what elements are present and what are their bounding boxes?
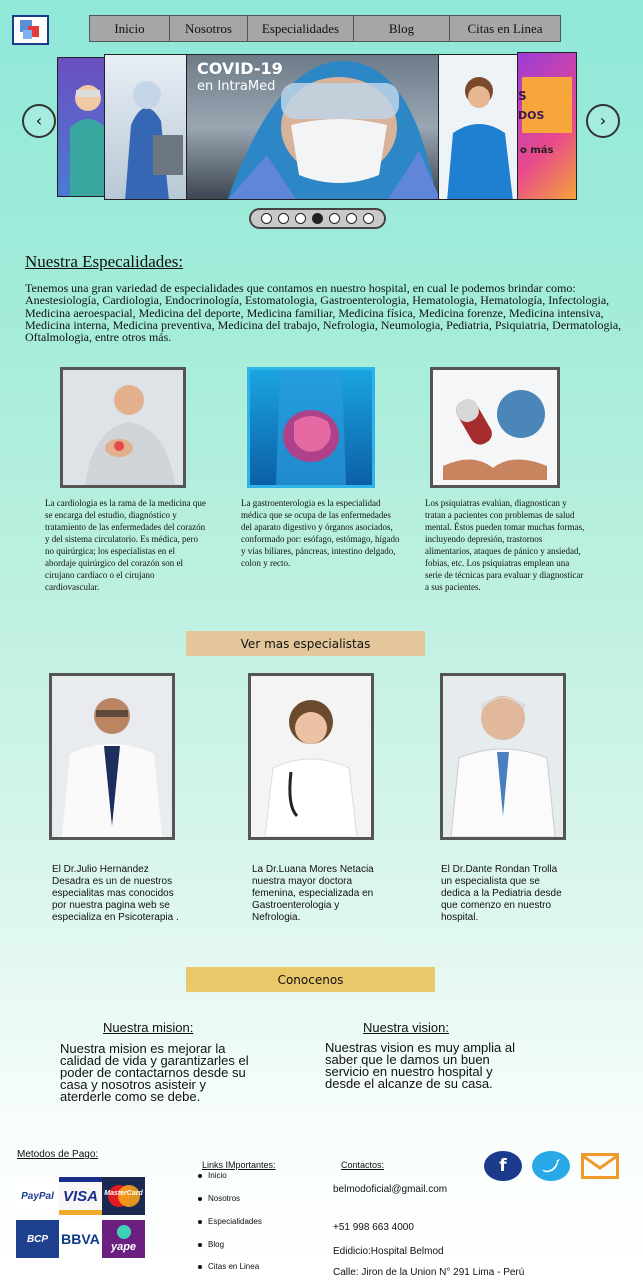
yape-logo: yape (102, 1220, 145, 1258)
doctor-luana-description: La Dr.Luana Mores Netacia nuestra mayor … (252, 864, 374, 923)
payment-methods-title: Metodos de Pago: (17, 1149, 99, 1160)
contacts-title: Contactos: (341, 1160, 385, 1170)
doctor-dante-description: El Dr.Dante Rondan Trolla un especialist… (441, 864, 562, 923)
gastroenterologia-image (247, 367, 375, 488)
bbva-label: BBVA (61, 1231, 100, 1247)
facebook-button[interactable]: f (484, 1151, 522, 1181)
promo-text-3: o más (520, 145, 554, 156)
conocenos-button[interactable]: Conocenos (186, 967, 435, 992)
especialidades-intro: Tenemos una gran variedad de especialida… (25, 281, 622, 345)
carousel-dot[interactable] (329, 213, 340, 224)
bullet (198, 1219, 202, 1224)
doctor-dante-photo (440, 673, 566, 840)
slide-promo: S DOS o más (517, 52, 577, 200)
visa-logo: VISA (59, 1177, 102, 1215)
footer-link-inicio[interactable]: Inicio (198, 1171, 227, 1180)
carousel-dot[interactable] (346, 213, 357, 224)
mastercard-label: MasterCard (104, 1190, 143, 1197)
gastroenterologia-description: La gastroenterologia es la especialidad … (241, 498, 400, 568)
bbva-logo: BBVA (59, 1220, 102, 1258)
carousel-prev-button[interactable]: ‹ (22, 104, 56, 138)
carousel: COVID-19 en IntraMed S DOS o más ‹ › (0, 0, 643, 240)
footer-link-especialidades[interactable]: Especialidades (198, 1217, 262, 1226)
yape-circle-icon (116, 1225, 131, 1239)
carousel-dot[interactable] (295, 213, 306, 224)
yape-label: yape (110, 1241, 137, 1253)
paypal-logo: PayPal (16, 1177, 59, 1215)
paypal-label: PayPal (21, 1190, 54, 1202)
vision-text: Nuestras vision es muy amplia al saber q… (325, 1040, 516, 1091)
mail-icon (581, 1153, 619, 1179)
ver-mas-especialistas-button[interactable]: Ver mas especialistas (186, 631, 425, 656)
contact-address: Calle: Jiron de la Union N° 291 Lima - P… (333, 1267, 525, 1278)
footer-link-label: Inicio (208, 1171, 227, 1180)
psiquiatria-image (430, 367, 560, 488)
promo-text-2: DOS (518, 109, 545, 122)
promo-text-1: S (518, 89, 527, 103)
bcp-logo: BCP (16, 1220, 59, 1258)
footer-link-blog[interactable]: Blog (198, 1240, 224, 1249)
cardiologia-description: La cardiologia es la rama de la medicina… (45, 498, 206, 592)
mision-text: Nuestra mision es mejorar la calidad de … (60, 1041, 249, 1104)
doctor-julio-photo (49, 673, 175, 840)
footer-link-label: Blog (208, 1240, 225, 1249)
doctor-julio-description: El Dr.Julio Hernandez Desadra es un de n… (52, 864, 179, 923)
footer-link-nosotros[interactable]: Nosotros (198, 1194, 240, 1203)
footer-link-label: Citas en Linea (208, 1262, 260, 1271)
contact-building: Edidicio:Hospital Belmod (333, 1246, 444, 1257)
slide-hazmat (104, 54, 188, 200)
mail-button[interactable] (581, 1151, 619, 1181)
facebook-icon: f (484, 1151, 522, 1181)
mastercard-logo: MasterCard (102, 1177, 145, 1215)
bullet (198, 1242, 202, 1247)
chevron-right-icon: › (599, 111, 607, 130)
visa-label: VISA (62, 1187, 98, 1205)
contact-email[interactable]: belmodoficial@gmail.com (333, 1184, 447, 1195)
slide-title: COVID-19 (197, 59, 283, 78)
carousel-dot[interactable] (278, 213, 289, 224)
footer-link-citas[interactable]: Citas en Linea (198, 1262, 259, 1271)
chevron-left-icon: ‹ (35, 111, 43, 130)
carousel-next-button[interactable]: › (586, 104, 620, 138)
slide-nurse (438, 54, 520, 200)
slide-doctor-cartoon (57, 57, 107, 197)
cardiologia-image (60, 367, 186, 488)
carousel-dots (249, 208, 386, 229)
bcp-label: BCP (26, 1233, 49, 1245)
bullet (198, 1264, 202, 1269)
slide-subtitle: en IntraMed (197, 79, 276, 94)
twitter-button[interactable] (532, 1151, 570, 1181)
links-title: Links IMportantes: (202, 1160, 276, 1170)
doctor-luana-photo (248, 673, 374, 840)
slide-covid-main: COVID-19 en IntraMed (186, 54, 440, 200)
footer-link-label: Nosotros (208, 1194, 241, 1203)
footer-link-label: Especialidades (208, 1217, 262, 1226)
especialidades-heading: Nuestra Especalidades: (25, 252, 184, 271)
bullet (198, 1173, 202, 1178)
contact-phone: +51 998 663 4000 (333, 1222, 414, 1233)
vision-title: Nuestra vision: (363, 1020, 449, 1035)
carousel-dot[interactable] (261, 213, 272, 224)
carousel-dot-active[interactable] (312, 213, 323, 224)
twitter-icon (532, 1151, 570, 1181)
bullet (198, 1196, 202, 1201)
mision-title: Nuestra mision: (103, 1020, 194, 1035)
psiquiatria-description: Los psiquiatras evalúan, diagnostican y … (425, 498, 585, 592)
carousel-dot[interactable] (363, 213, 374, 224)
